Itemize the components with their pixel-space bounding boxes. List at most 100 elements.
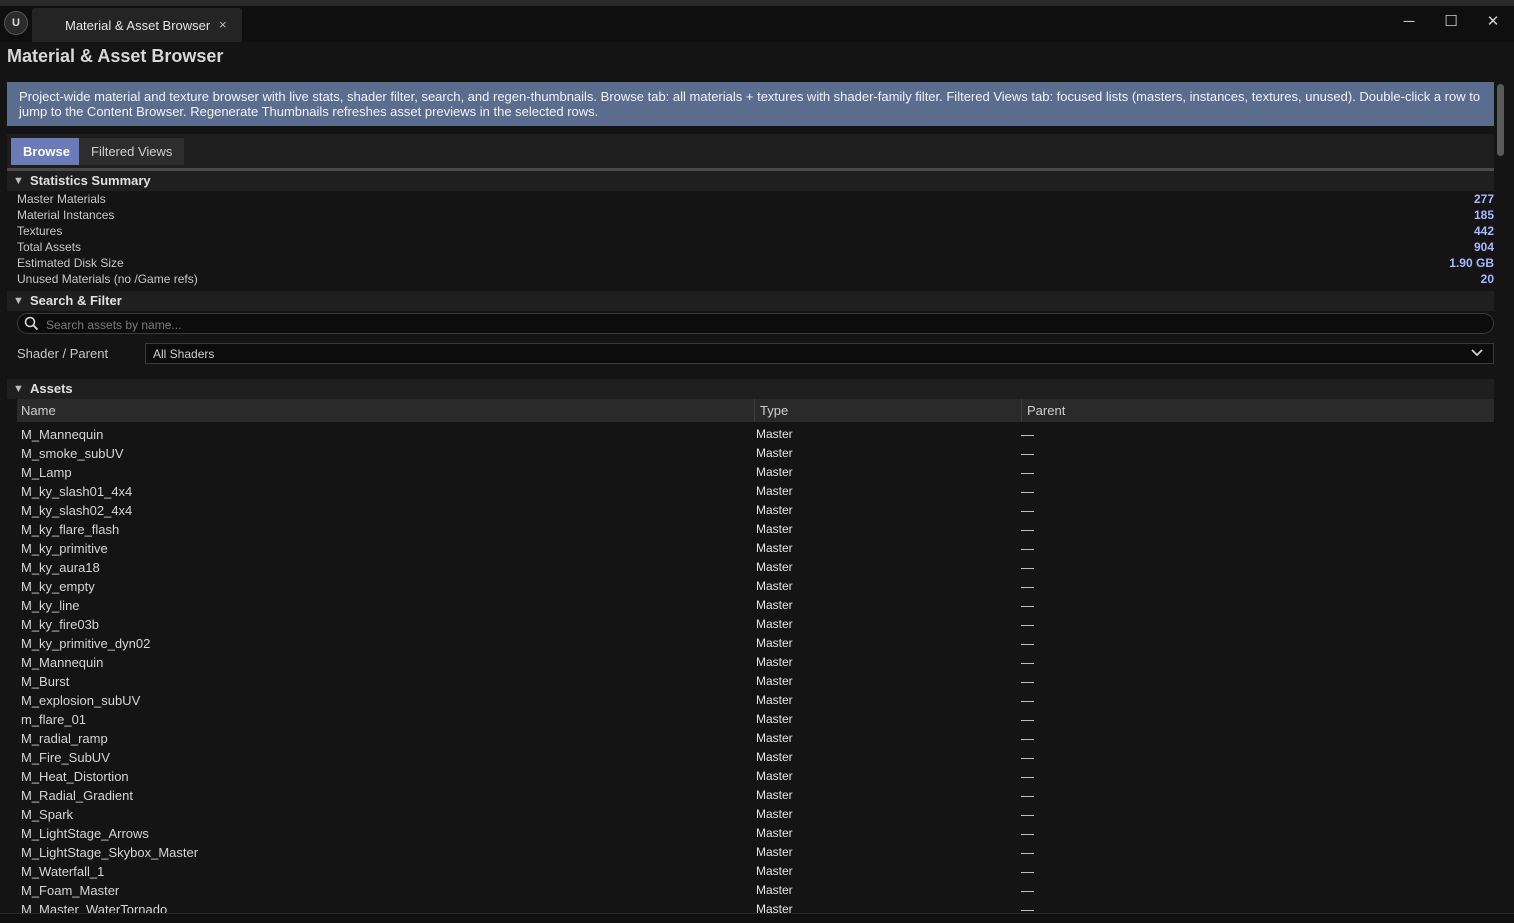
search-input[interactable] <box>44 315 1468 334</box>
asset-type-cell: Master <box>756 731 793 745</box>
stat-value: 904 <box>1473 240 1494 254</box>
table-row[interactable]: M_Radial_Gradient Master — <box>17 786 1494 805</box>
close-window-button[interactable]: ✕ <box>1478 10 1508 34</box>
asset-name-cell: M_ky_flare_flash <box>21 522 120 537</box>
asset-name-cell: M_Burst <box>21 674 70 689</box>
section-title: Statistics Summary <box>30 173 151 188</box>
table-row[interactable]: M_Spark Master — <box>17 805 1494 824</box>
asset-type-cell: Master <box>756 750 793 764</box>
info-banner: Project-wide material and texture browse… <box>7 82 1494 126</box>
asset-type-cell: Master <box>756 636 793 650</box>
shader-parent-dropdown[interactable]: All Shaders <box>145 343 1494 364</box>
asset-type-cell: Master <box>756 427 793 441</box>
table-row[interactable]: M_LightStage_Skybox_Master Master — <box>17 843 1494 862</box>
maximize-button[interactable]: ☐ <box>1436 10 1466 34</box>
table-row[interactable]: M_Waterfall_1 Master — <box>17 862 1494 881</box>
table-row[interactable]: M_Fire_SubUV Master — <box>17 748 1494 767</box>
table-row[interactable]: M_ky_line Master — <box>17 596 1494 615</box>
column-divider[interactable] <box>754 399 755 422</box>
table-row[interactable]: M_radial_ramp Master — <box>17 729 1494 748</box>
asset-name-cell: M_explosion_subUV <box>21 693 141 708</box>
shader-parent-label: Shader / Parent <box>17 346 109 361</box>
asset-parent-cell: — <box>1021 655 1034 670</box>
asset-type-cell: Master <box>756 560 793 574</box>
table-row[interactable]: M_explosion_subUV Master — <box>17 691 1494 710</box>
stat-row: Textures 442 <box>17 223 1494 239</box>
asset-parent-cell: — <box>1021 484 1034 499</box>
table-row[interactable]: M_Foam_Master Master — <box>17 881 1494 900</box>
window-tab[interactable]: Material & Asset Browser × <box>32 8 242 42</box>
asset-type-cell: Master <box>756 446 793 460</box>
stat-row: Master Materials 277 <box>17 191 1494 207</box>
asset-name-cell: M_Radial_Gradient <box>21 788 134 803</box>
asset-type-cell: Master <box>756 655 793 669</box>
asset-name-cell: M_Mannequin <box>21 655 104 670</box>
table-row[interactable]: M_smoke_subUV Master — <box>17 444 1494 463</box>
asset-name-cell: M_smoke_subUV <box>21 446 124 461</box>
asset-type-cell: Master <box>756 674 793 688</box>
tab-browse[interactable]: Browse <box>11 138 82 165</box>
view-tab-bar: Browse Filtered Views <box>7 134 1494 171</box>
section-search-filter[interactable]: ▼ Search & Filter <box>7 291 1494 311</box>
asset-type-cell: Master <box>756 807 793 821</box>
search-box[interactable] <box>17 313 1494 334</box>
section-assets[interactable]: ▼ Assets <box>7 379 1494 399</box>
column-header-parent[interactable]: Parent <box>1027 399 1065 422</box>
asset-parent-cell: — <box>1021 845 1034 860</box>
asset-name-cell: M_Waterfall_1 <box>21 864 105 879</box>
table-row[interactable]: M_ky_aura18 Master — <box>17 558 1494 577</box>
column-header-name[interactable]: Name <box>21 399 56 422</box>
table-row[interactable]: M_Mannequin Master — <box>17 653 1494 672</box>
minimize-button[interactable]: ─ <box>1394 10 1424 34</box>
asset-name-cell: M_ky_line <box>21 598 80 613</box>
asset-type-cell: Master <box>756 522 793 536</box>
tab-filtered-views[interactable]: Filtered Views <box>79 138 185 165</box>
asset-type-cell: Master <box>756 617 793 631</box>
asset-name-cell: M_Lamp <box>21 465 72 480</box>
page-title: Material & Asset Browser <box>7 46 224 66</box>
asset-name-cell: M_Foam_Master <box>21 883 120 898</box>
asset-name-cell: m_flare_01 <box>21 712 87 727</box>
table-row[interactable]: M_ky_fire03b Master — <box>17 615 1494 634</box>
table-row[interactable]: M_ky_slash02_4x4 Master — <box>17 501 1494 520</box>
table-row[interactable]: M_Burst Master — <box>17 672 1494 691</box>
table-row[interactable]: M_ky_flare_flash Master — <box>17 520 1494 539</box>
asset-type-cell: Master <box>756 579 793 593</box>
vertical-scrollbar[interactable] <box>1497 84 1504 156</box>
asset-type-cell: Master <box>756 712 793 726</box>
table-row[interactable]: M_ky_slash01_4x4 Master — <box>17 482 1494 501</box>
table-row[interactable]: M_ky_primitive_dyn02 Master — <box>17 634 1494 653</box>
asset-parent-cell: — <box>1021 560 1034 575</box>
column-header-type[interactable]: Type <box>760 399 788 422</box>
asset-name-cell: M_ky_aura18 <box>21 560 100 575</box>
asset-parent-cell: — <box>1021 769 1034 784</box>
table-row[interactable]: M_ky_empty Master — <box>17 577 1494 596</box>
asset-name-cell: M_ky_slash01_4x4 <box>21 484 133 499</box>
table-row[interactable]: M_ky_primitive Master — <box>17 539 1494 558</box>
asset-name-cell: M_Fire_SubUV <box>21 750 110 765</box>
asset-name-cell: M_ky_slash02_4x4 <box>21 503 133 518</box>
shader-selected-value: All Shaders <box>153 347 215 361</box>
table-row[interactable]: M_LightStage_Arrows Master — <box>17 824 1494 843</box>
table-row[interactable]: M_Lamp Master — <box>17 463 1494 482</box>
asset-type-cell: Master <box>756 845 793 859</box>
asset-parent-cell: — <box>1021 617 1034 632</box>
stat-label: Total Assets <box>17 240 82 254</box>
stat-row: Unused Materials (no /Game refs) 20 <box>17 271 1494 287</box>
asset-name-cell: M_Spark <box>21 807 74 822</box>
triangle-down-icon: ▼ <box>13 175 24 187</box>
tab-close-icon[interactable]: × <box>219 17 227 32</box>
section-statistics-summary[interactable]: ▼ Statistics Summary <box>7 171 1494 191</box>
stat-row: Material Instances 185 <box>17 207 1494 223</box>
asset-parent-cell: — <box>1021 712 1034 727</box>
asset-type-cell: Master <box>756 864 793 878</box>
table-row[interactable]: M_Heat_Distortion Master — <box>17 767 1494 786</box>
asset-type-cell: Master <box>756 541 793 555</box>
table-row[interactable]: m_flare_01 Master — <box>17 710 1494 729</box>
asset-parent-cell: — <box>1021 864 1034 879</box>
asset-parent-cell: — <box>1021 541 1034 556</box>
asset-parent-cell: — <box>1021 807 1034 822</box>
column-divider[interactable] <box>1021 399 1022 422</box>
table-row[interactable]: M_Mannequin Master — <box>17 425 1494 444</box>
chevron-down-icon <box>1471 346 1483 363</box>
